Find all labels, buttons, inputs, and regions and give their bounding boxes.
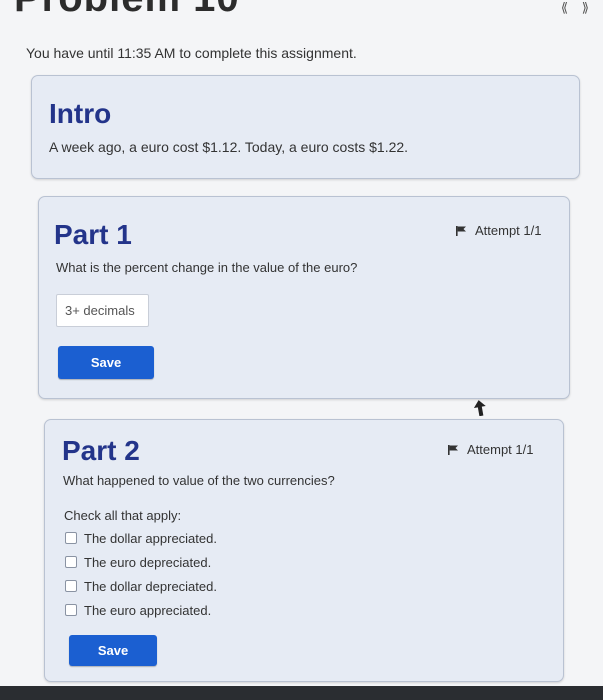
part2-question: What happened to value of the two curren… bbox=[63, 473, 335, 488]
option-label: The dollar depreciated. bbox=[84, 578, 217, 594]
problem-navigation: ⟪ ⟫ bbox=[551, 0, 589, 16]
option-label: The euro appreciated. bbox=[84, 602, 212, 618]
option-dollar-depreciated[interactable]: The dollar depreciated. bbox=[65, 574, 217, 598]
part2-heading: Part 2 bbox=[62, 435, 140, 466]
checkbox[interactable] bbox=[65, 604, 77, 616]
flag-icon bbox=[456, 225, 466, 236]
part1-save-button[interactable]: Save bbox=[58, 346, 154, 379]
mouse-cursor-icon bbox=[474, 400, 486, 416]
double-chevron-left-icon[interactable]: ⟪ bbox=[561, 0, 568, 16]
part1-question: What is the percent change in the value … bbox=[56, 260, 358, 275]
checkbox[interactable] bbox=[65, 580, 77, 592]
assignment-page: Problem 10 ⟪ ⟫ You have until 11:35 AM t… bbox=[0, 0, 603, 700]
part2-attempt-label: Attempt 1/1 bbox=[467, 442, 534, 457]
part1-attempt-label: Attempt 1/1 bbox=[475, 223, 542, 238]
part2-instruction: Check all that apply: bbox=[64, 508, 182, 523]
problem-title: Problem 10 bbox=[14, 0, 240, 21]
part2-card: Part 2 Attempt 1/1 What happened to valu… bbox=[44, 419, 564, 682]
intro-heading: Intro bbox=[49, 98, 112, 129]
flag-icon bbox=[448, 444, 458, 455]
checkbox[interactable] bbox=[65, 532, 77, 544]
screen-bottom-edge bbox=[0, 686, 603, 700]
part2-save-button[interactable]: Save bbox=[69, 635, 157, 666]
option-label: The dollar appreciated. bbox=[84, 530, 217, 546]
part2-options: The dollar appreciated. The euro depreci… bbox=[65, 526, 217, 622]
answer-placeholder: 3+ decimals bbox=[65, 303, 135, 318]
part1-attempt-counter: Attempt 1/1 bbox=[455, 223, 541, 238]
option-euro-depreciated[interactable]: The euro depreciated. bbox=[65, 550, 217, 574]
intro-text: A week ago, a euro cost $1.12. Today, a … bbox=[49, 139, 409, 155]
part1-card: Part 1 Attempt 1/1 What is the percent c… bbox=[38, 196, 570, 399]
option-label: The euro depreciated. bbox=[84, 554, 212, 570]
part1-heading: Part 1 bbox=[54, 219, 132, 250]
double-chevron-right-icon[interactable]: ⟫ bbox=[582, 0, 589, 16]
intro-card: Intro A week ago, a euro cost $1.12. Tod… bbox=[31, 75, 580, 179]
deadline-notice: You have until 11:35 AM to complete this… bbox=[26, 45, 357, 61]
part2-attempt-counter: Attempt 1/1 bbox=[447, 442, 533, 457]
part1-answer-input[interactable]: 3+ decimals bbox=[56, 294, 149, 327]
option-euro-appreciated[interactable]: The euro appreciated. bbox=[65, 598, 217, 622]
option-dollar-appreciated[interactable]: The dollar appreciated. bbox=[65, 526, 217, 550]
checkbox[interactable] bbox=[65, 556, 77, 568]
